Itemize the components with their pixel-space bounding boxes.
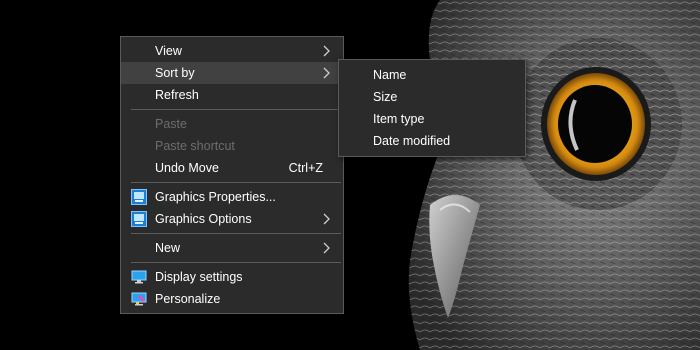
- personalize-icon: [131, 291, 147, 307]
- submenu-item-date-modified[interactable]: Date modified: [339, 130, 525, 152]
- menu-item-label: Paste: [155, 117, 187, 131]
- sort-by-submenu: Name Size Item type Date modified: [338, 59, 526, 157]
- menu-item-label: Paste shortcut: [155, 139, 235, 153]
- menu-item-personalize[interactable]: Personalize: [121, 288, 343, 310]
- menu-item-label: Sort by: [155, 66, 195, 80]
- menu-item-label: Undo Move: [155, 161, 219, 175]
- menu-item-paste-shortcut: Paste shortcut: [121, 135, 343, 157]
- menu-item-label: Display settings: [155, 270, 243, 284]
- graphics-options-icon: [131, 211, 147, 227]
- menu-separator: [131, 109, 341, 110]
- menu-item-paste: Paste: [121, 113, 343, 135]
- chevron-right-icon: [323, 40, 333, 62]
- menu-item-label: Graphics Properties...: [155, 190, 276, 204]
- desktop[interactable]: View Sort by Refresh Paste Paste shortcu…: [0, 0, 700, 350]
- desktop-context-menu: View Sort by Refresh Paste Paste shortcu…: [120, 36, 344, 314]
- menu-item-label: Refresh: [155, 88, 199, 102]
- menu-item-display-settings[interactable]: Display settings: [121, 266, 343, 288]
- menu-separator: [131, 233, 341, 234]
- submenu-item-name[interactable]: Name: [339, 64, 525, 86]
- menu-separator: [131, 182, 341, 183]
- chevron-right-icon: [323, 237, 333, 259]
- menu-item-sort-by[interactable]: Sort by: [121, 62, 343, 84]
- submenu-item-label: Size: [373, 90, 398, 104]
- submenu-item-label: Item type: [373, 112, 425, 126]
- menu-item-graphics-options[interactable]: Graphics Options: [121, 208, 343, 230]
- menu-item-view[interactable]: View: [121, 40, 343, 62]
- menu-item-undo-move[interactable]: Undo Move Ctrl+Z: [121, 157, 343, 179]
- chevron-right-icon: [323, 62, 333, 84]
- menu-item-label: New: [155, 241, 181, 255]
- menu-separator: [131, 262, 341, 263]
- keyboard-shortcut: Ctrl+Z: [288, 161, 323, 175]
- graphics-properties-icon: [131, 189, 147, 205]
- submenu-item-label: Name: [373, 68, 407, 82]
- menu-item-label: Personalize: [155, 292, 221, 306]
- menu-item-new[interactable]: New: [121, 237, 343, 259]
- owl-wallpaper: [408, 0, 700, 350]
- menu-item-label: View: [155, 44, 182, 58]
- submenu-item-label: Date modified: [373, 134, 451, 148]
- menu-item-label: Graphics Options: [155, 212, 252, 226]
- submenu-item-item-type[interactable]: Item type: [339, 108, 525, 130]
- menu-item-refresh[interactable]: Refresh: [121, 84, 343, 106]
- menu-item-graphics-properties[interactable]: Graphics Properties...: [121, 186, 343, 208]
- chevron-right-icon: [323, 208, 333, 230]
- display-settings-icon: [131, 269, 147, 285]
- submenu-item-size[interactable]: Size: [339, 86, 525, 108]
